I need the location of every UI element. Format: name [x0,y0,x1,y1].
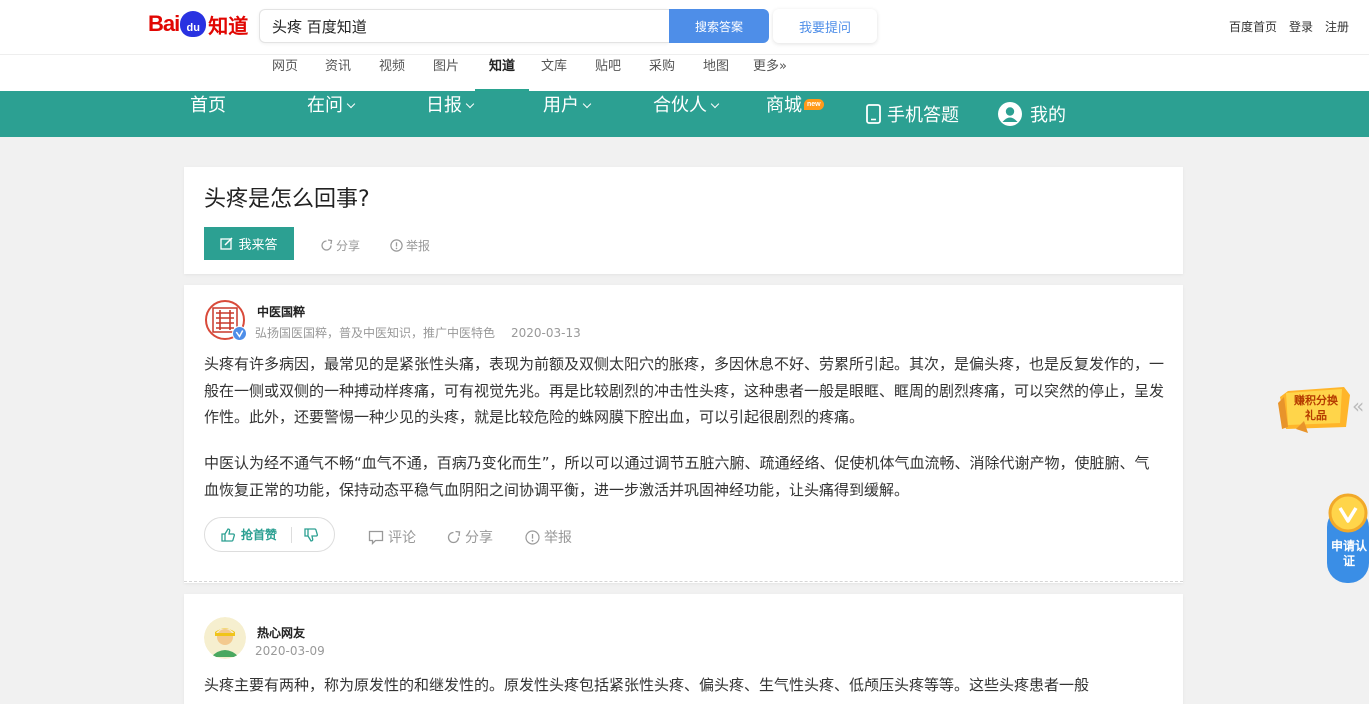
alert-icon [525,529,540,545]
question-card: 头疼是怎么回事? 我来答 分享 举报 [184,167,1183,274]
answer-button-label: 我来答 [238,238,278,253]
product-nav-item-image[interactable]: 图片 [433,55,459,91]
top-bar: Bai du 知道 搜索答案 我要提问 百度首页 登录 注册 [0,0,1369,54]
user-icon [998,102,1022,126]
comment-label: 评论 [388,530,416,546]
author-avatar[interactable] [204,617,246,659]
main-nav-mall-label: 商城 [766,95,802,116]
product-nav: 网页 资讯 视频 图片 知道 文库 贴吧 采购 地图 更多» [0,54,1369,91]
answer-card: 热心网友 2020-03-09 头疼主要有两种，称为原发性的和继发性的。原发性头… [184,594,1183,704]
certification-badge-icon [1327,493,1369,583]
edit-icon [220,237,234,250]
main-nav-partner[interactable]: 合伙人 [653,91,720,137]
product-nav-item-tieba[interactable]: 贴吧 [595,55,621,91]
product-nav-item-purchase[interactable]: 采购 [649,55,675,91]
earn-points-gift-label: 赚积分换礼品 [1294,394,1338,422]
author-name[interactable]: 中医国粹 [257,303,305,320]
question-report-button[interactable]: 举报 [390,237,430,254]
search-answer-button[interactable]: 搜索答案 [669,9,769,43]
like-label: 抢首赞 [241,528,278,542]
link-login[interactable]: 登录 [1289,18,1313,35]
answer-report-label: 举报 [544,530,572,546]
link-baidu-home[interactable]: 百度首页 [1229,18,1277,35]
chevron-down-icon [582,99,592,109]
chevron-down-icon [465,99,475,109]
main-nav-mobile-answer[interactable]: 手机答题 [866,91,959,137]
chevron-down-icon [346,99,356,109]
share-icon [447,530,461,543]
like-dislike-pill: 抢首赞 [204,517,335,552]
main-nav-mobile-answer-label: 手机答题 [887,105,959,126]
main-nav-mine-label: 我的 [1030,105,1066,126]
product-nav-item-video[interactable]: 视频 [379,55,405,91]
author-name[interactable]: 热心网友 [257,624,305,641]
new-badge: new [804,99,824,110]
main-nav-users[interactable]: 用户 [543,91,592,137]
comment-button[interactable]: 评论 [368,527,416,547]
logo-bai-text: Bai [148,11,180,36]
link-register[interactable]: 注册 [1325,18,1349,35]
main-nav-asking-label: 在问 [307,95,343,116]
main-nav-asking[interactable]: 在问 [307,91,356,137]
alert-icon [390,239,403,252]
main-nav-users-label: 用户 [543,95,579,116]
dislike-button[interactable] [292,527,318,542]
like-button[interactable]: 抢首赞 [205,526,291,543]
search-input[interactable] [260,10,669,42]
main-nav: 首页 在问 日报 用户 合伙人 商城 new 手机答题 我的 [0,91,1369,137]
product-nav-item-zhidao[interactable]: 知道 [475,55,529,91]
phone-icon [866,104,881,124]
answer-button[interactable]: 我来答 [204,227,294,260]
product-nav-item-news[interactable]: 资讯 [325,55,351,91]
main-nav-partner-label: 合伙人 [653,95,707,116]
logo-zhidao-text: 知道 [208,13,249,38]
collapse-sidebar-icon[interactable]: « [1352,394,1364,418]
product-nav-item-web[interactable]: 网页 [272,55,298,91]
search-box [259,9,669,43]
answer-paragraph: 中医认为经不通气不畅“血气不通，百病乃变化而生”，所以可以通过调节五脏六腑、疏通… [204,454,1150,499]
author-meta: 弘扬国医国粹，普及中医知识，推广中医特色 2020-03-13 [255,324,581,341]
share-icon [321,239,333,251]
verified-badge-icon [232,326,247,341]
thumbs-down-icon [304,527,318,542]
ask-question-button[interactable]: 我要提问 [773,9,877,43]
thumbs-up-icon [221,527,235,542]
answer-paragraph: 头疼主要有两种，称为原发性的和继发性的。原发性头疼包括紧张性头疼、偏头疼、生气性… [204,676,1090,694]
answer-date: 2020-03-13 [511,326,581,340]
product-nav-item-more[interactable]: 更多» [753,55,787,91]
baidu-zhidao-logo[interactable]: Bai du 知道 [148,7,248,41]
answer-paragraph: 头疼有许多病因，最常见的是紧张性头痛，表现为前额及双侧太阳穴的胀疼，多因休息不好… [204,355,1165,426]
divider [184,581,1183,582]
main-nav-home[interactable]: 首页 [190,91,226,137]
main-nav-home-label: 首页 [190,95,226,116]
question-title: 头疼是怎么回事? [204,187,370,212]
answer-share-label: 分享 [465,530,493,546]
apply-certification-label: 申请认证 [1331,539,1368,568]
answer-share-button[interactable]: 分享 [446,527,493,547]
main-nav-daily-label: 日报 [426,95,462,116]
answer-report-button[interactable]: 举报 [525,527,572,547]
main-nav-mall[interactable]: 商城 new [766,91,824,137]
comment-icon [368,530,384,545]
logo-paw-icon: du [180,11,207,37]
main-nav-mine[interactable]: 我的 [998,91,1066,137]
question-share-label: 分享 [336,239,361,253]
author-bio: 弘扬国医国粹，普及中医知识，推广中医特色 [255,326,496,340]
user-avatar-icon [204,617,246,659]
earn-points-gift-widget[interactable]: 赚积分换礼品 [1278,383,1352,433]
main-nav-daily[interactable]: 日报 [426,91,475,137]
question-share-button[interactable]: 分享 [320,237,360,254]
question-report-label: 举报 [406,239,431,253]
answer-card: 中医国粹 弘扬国医国粹，普及中医知识，推广中医特色 2020-03-13 头疼有许… [184,285,1183,583]
top-links: 百度首页 登录 注册 [1229,18,1349,35]
apply-certification-widget[interactable]: 申请认证 [1327,493,1369,583]
chevron-down-icon [710,99,720,109]
product-nav-item-wenku[interactable]: 文库 [541,55,567,91]
answer-date: 2020-03-09 [255,644,325,658]
logo-du-text: du [186,22,200,34]
product-nav-item-map[interactable]: 地图 [703,55,729,91]
